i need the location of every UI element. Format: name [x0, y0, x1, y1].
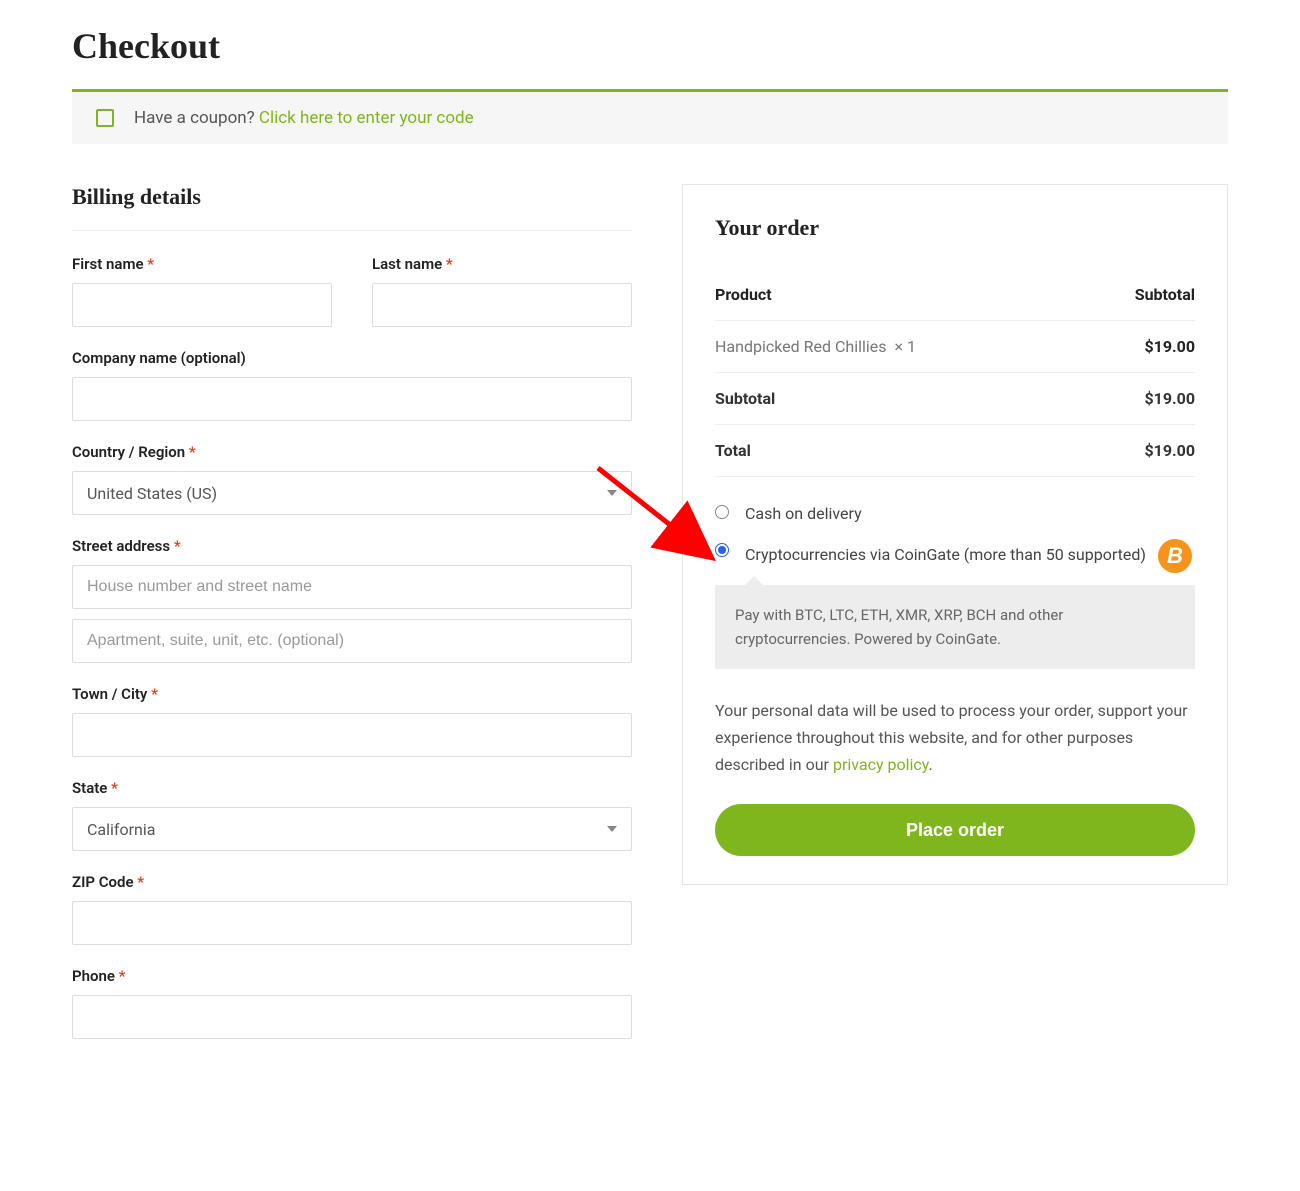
chevron-down-icon	[607, 490, 617, 496]
payment-option-cod[interactable]: Cash on delivery	[715, 501, 1195, 527]
product-qty: × 1	[894, 337, 916, 356]
order-table: Product Subtotal Handpicked Red Chillies…	[715, 269, 1195, 477]
crypto-label: Cryptocurrencies via CoinGate (more than…	[745, 545, 1146, 564]
order-heading: Your order	[715, 215, 1195, 241]
chevron-down-icon	[607, 826, 617, 832]
privacy-notice: Your personal data will be used to proce…	[715, 697, 1195, 779]
coupon-banner: Have a coupon? Click here to enter your …	[72, 89, 1228, 144]
country-select[interactable]: United States (US)	[72, 471, 632, 515]
coupon-link[interactable]: Click here to enter your code	[259, 108, 474, 128]
col-subtotal: Subtotal	[1084, 269, 1195, 321]
last-name-label: Last name *	[372, 255, 632, 273]
billing-heading: Billing details	[72, 184, 632, 231]
zip-label: ZIP Code *	[72, 873, 632, 891]
bitcoin-icon: B	[1158, 539, 1192, 573]
coupon-icon	[96, 109, 114, 127]
radio-icon[interactable]	[715, 543, 729, 557]
zip-input[interactable]	[72, 901, 632, 945]
city-input[interactable]	[72, 713, 632, 757]
last-name-input[interactable]	[372, 283, 632, 327]
table-row: Handpicked Red Chillies × 1 $19.00	[715, 321, 1195, 373]
phone-input[interactable]	[72, 995, 632, 1039]
company-label: Company name (optional)	[72, 349, 632, 367]
total-row: Total $19.00	[715, 425, 1195, 477]
city-label: Town / City *	[72, 685, 632, 703]
company-input[interactable]	[72, 377, 632, 421]
payment-methods: Cash on delivery Cryptocurrencies via Co…	[715, 501, 1195, 669]
product-name: Handpicked Red Chillies	[715, 337, 887, 356]
street-line1-input[interactable]	[72, 565, 632, 609]
place-order-button[interactable]: Place order	[715, 804, 1195, 856]
privacy-policy-link[interactable]: privacy policy	[833, 755, 929, 774]
first-name-input[interactable]	[72, 283, 332, 327]
radio-icon[interactable]	[715, 505, 729, 519]
page-title: Checkout	[72, 25, 1228, 67]
crypto-description: Pay with BTC, LTC, ETH, XMR, XRP, BCH an…	[715, 585, 1195, 669]
country-label: Country / Region *	[72, 443, 632, 461]
street-line2-input[interactable]	[72, 619, 632, 663]
product-price: $19.00	[1084, 321, 1195, 373]
order-summary: Your order Product Subtotal Handpicked R…	[682, 184, 1228, 885]
state-selected-value: California	[87, 820, 155, 839]
subtotal-row: Subtotal $19.00	[715, 373, 1195, 425]
first-name-label: First name *	[72, 255, 332, 273]
street-label: Street address *	[72, 537, 632, 555]
phone-label: Phone *	[72, 967, 632, 985]
coupon-prompt: Have a coupon?	[134, 108, 259, 128]
state-select[interactable]: California	[72, 807, 632, 851]
state-label: State *	[72, 779, 632, 797]
cod-label: Cash on delivery	[745, 501, 862, 527]
payment-option-crypto[interactable]: Cryptocurrencies via CoinGate (more than…	[715, 539, 1195, 573]
col-product: Product	[715, 269, 1084, 321]
country-selected-value: United States (US)	[87, 484, 217, 503]
